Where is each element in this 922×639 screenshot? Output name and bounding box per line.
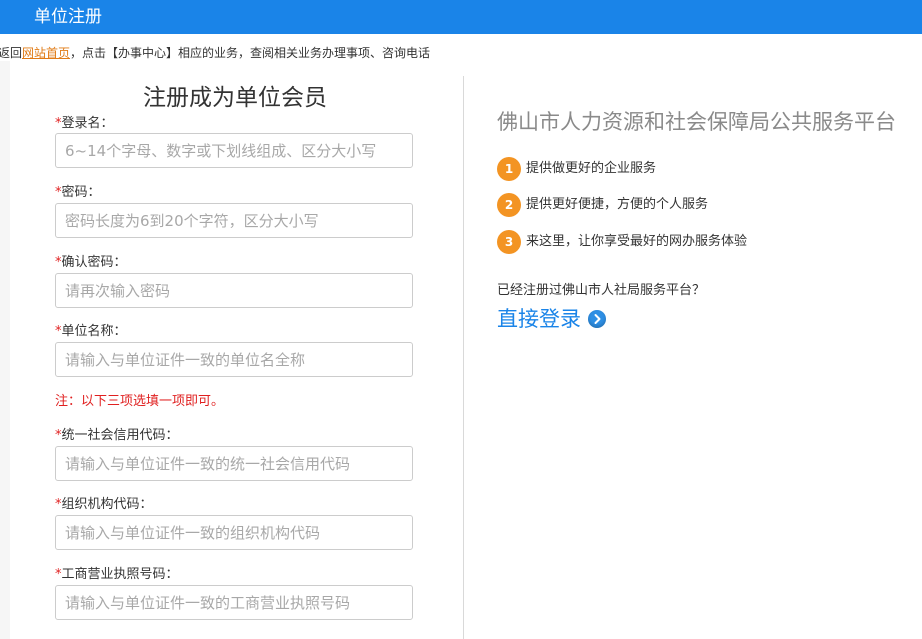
chevron-right-circle-icon [588,310,606,328]
confirm-password-label: *确认密码： [55,255,127,270]
business-license-input[interactable] [55,585,413,620]
column-divider [463,76,464,639]
notice-suffix: ，点击【办事中心】相应的业务，查阅相关业务办理事项、咨询电话 [70,46,431,60]
notice-text: 返回网站首页，点击【办事中心】相应的业务，查阅相关业务办理事项、咨询电话 [0,45,430,61]
org-code-label: *组织机构代码： [55,497,153,512]
platform-title: 佛山市人力资源和社会保障局公共服务平台 [497,110,896,134]
password-label: *密码： [55,185,101,200]
header-bar: 单位注册 [0,0,922,34]
business-license-label: *工商营业执照号码： [55,567,179,582]
credit-code-input[interactable] [55,446,413,481]
feature-text: 提供做更好的企业服务 [526,161,657,176]
password-input[interactable] [55,203,413,238]
direct-login-label: 直接登录 [497,307,581,331]
credit-code-label: *统一社会信用代码： [55,428,179,443]
org-code-input[interactable] [55,515,413,550]
login-name-label: *登录名： [55,116,114,131]
confirm-password-input[interactable] [55,273,413,308]
home-link[interactable]: 网站首页 [22,46,70,60]
feature-text: 提供更好便捷，方便的个人服务 [526,197,709,212]
optional-note: 注：以下三项选填一项即可。 [55,394,225,409]
page-title: 单位注册 [34,7,102,27]
number-badge: 2 [497,193,521,217]
already-registered-text: 已经注册过佛山市人社局服务平台？ [497,283,706,298]
form-title: 注册成为单位会员 [143,85,327,111]
unit-name-label: *单位名称： [55,324,127,339]
login-name-input[interactable] [55,133,413,168]
feature-text: 来这里，让你享受最好的网办服务体验 [526,234,748,249]
number-badge: 3 [497,230,521,254]
number-badge: 1 [497,157,521,181]
notice-prefix: 返回 [0,46,23,60]
unit-name-input[interactable] [55,342,413,377]
